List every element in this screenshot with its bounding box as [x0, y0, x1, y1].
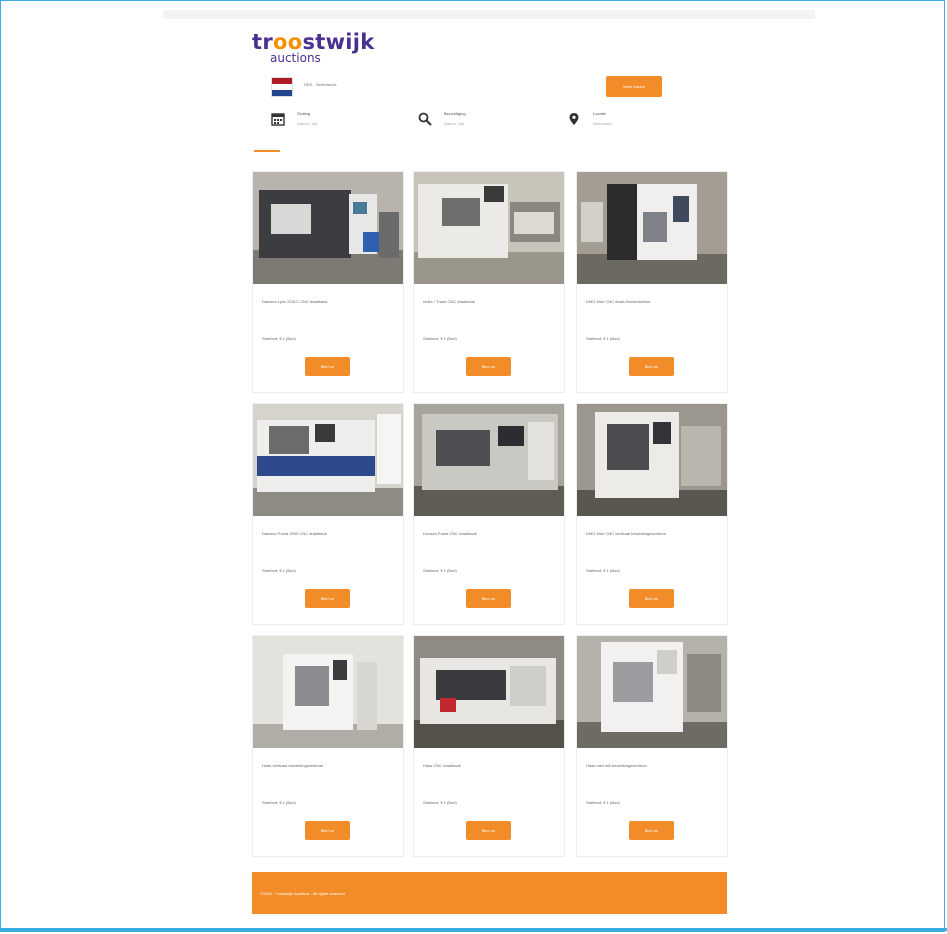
lot-title[interactable]: Haas mini mill bewerkingscentrum — [586, 763, 721, 768]
map-pin-icon — [566, 111, 582, 127]
bid-button[interactable]: Bied nu — [629, 357, 674, 376]
calendar-icon — [270, 111, 286, 127]
lot-title[interactable]: Daewoo Puma 2000 CNC draaibank — [262, 531, 397, 536]
lot-image[interactable] — [253, 636, 403, 748]
frame-bottom-bar — [0, 928, 947, 931]
lot-card[interactable]: Haas verticaal bewerkingscentrum Startbo… — [252, 635, 404, 857]
bid-button[interactable]: Bied nu — [629, 821, 674, 840]
lot-image[interactable] — [253, 404, 403, 516]
bid-button[interactable]: Bied nu — [466, 589, 511, 608]
lot-title[interactable]: Index / Traub CNC draaibank — [423, 299, 558, 304]
footer-copyright: ©2024 - Troostwijk Auctions - All rights… — [260, 891, 345, 896]
top-strip — [163, 10, 815, 19]
lot-image[interactable] — [577, 404, 727, 516]
lot-card[interactable]: Index / Traub CNC draaibank Startbod: € … — [413, 171, 565, 393]
lot-image[interactable] — [577, 636, 727, 748]
lot-title[interactable]: DMG Mori CNC draai-/freesmachine — [586, 299, 721, 304]
lot-card[interactable]: Daewoo Lynx 220LC CNC draaibank Startbod… — [252, 171, 404, 393]
lot-title[interactable]: Doosan Puma CNC draaibank — [423, 531, 558, 536]
lot-price: Startbod: € 1 (Bod) — [586, 800, 620, 805]
lot-title[interactable]: DMG Mori CNC verticaal bewerkingscentrum — [586, 531, 721, 536]
footer-bar: ©2024 - Troostwijk Auctions - All rights… — [252, 872, 727, 914]
info-viewing-label: Bezichtiging — [444, 111, 466, 116]
language-label[interactable]: NED - Nederlands — [304, 82, 336, 87]
lot-title[interactable]: Daewoo Lynx 220LC CNC draaibank — [262, 299, 397, 304]
lot-price: Startbod: € 1 (Bod) — [586, 336, 620, 341]
lot-card[interactable]: Haas CNC draaibank Startbod: € 1 (Bod) B… — [413, 635, 565, 857]
bid-button[interactable]: Bied nu — [466, 357, 511, 376]
info-viewing-value: Datum / tijd — [444, 121, 465, 126]
lot-card[interactable]: DMG Mori CNC draai-/freesmachine Startbo… — [576, 171, 728, 393]
logo-subtitle: auctions — [270, 51, 321, 65]
lot-image[interactable] — [414, 404, 564, 516]
logo-wordmark: troostwijk — [252, 30, 375, 54]
section-divider — [254, 150, 280, 152]
bid-button[interactable]: Bied nu — [305, 357, 350, 376]
bid-button[interactable]: Bied nu — [305, 821, 350, 840]
lot-price: Startbod: € 1 (Bod) — [423, 568, 457, 573]
netherlands-flag-icon[interactable] — [271, 77, 293, 97]
lot-card[interactable]: DMG Mori CNC verticaal bewerkingscentrum… — [576, 403, 728, 625]
lot-price: Startbod: € 1 (Bod) — [262, 800, 296, 805]
lot-price: Startbod: € 1 (Bod) — [586, 568, 620, 573]
lot-card[interactable]: Daewoo Puma 2000 CNC draaibank Startbod:… — [252, 403, 404, 625]
lot-price: Startbod: € 1 (Bod) — [262, 336, 296, 341]
lot-price: Startbod: € 1 (Bod) — [262, 568, 296, 573]
lot-price: Startbod: € 1 (Bod) — [423, 336, 457, 341]
lot-card[interactable]: Doosan Puma CNC draaibank Startbod: € 1 … — [413, 403, 565, 625]
lot-image[interactable] — [414, 172, 564, 284]
troostwijk-logo[interactable]: troostwijk auctions — [252, 32, 374, 68]
header-cta-button[interactable]: Meer kavels — [606, 76, 662, 97]
lot-title[interactable]: Haas verticaal bewerkingscentrum — [262, 763, 397, 768]
info-closing-label: Sluiting — [297, 111, 311, 116]
info-closing-value: Datum / tijd — [297, 121, 318, 126]
info-location-value: Nederland — [593, 121, 612, 126]
lot-price: Startbod: € 1 (Bod) — [423, 800, 457, 805]
lot-card[interactable]: Haas mini mill bewerkingscentrum Startbo… — [576, 635, 728, 857]
lot-title[interactable]: Haas CNC draaibank — [423, 763, 558, 768]
bid-button[interactable]: Bied nu — [305, 589, 350, 608]
lot-image[interactable] — [414, 636, 564, 748]
lot-image[interactable] — [577, 172, 727, 284]
lot-image[interactable] — [253, 172, 403, 284]
info-location-label: Locatie — [593, 111, 606, 116]
search-icon — [417, 111, 433, 127]
bid-button[interactable]: Bied nu — [466, 821, 511, 840]
bid-button[interactable]: Bied nu — [629, 589, 674, 608]
